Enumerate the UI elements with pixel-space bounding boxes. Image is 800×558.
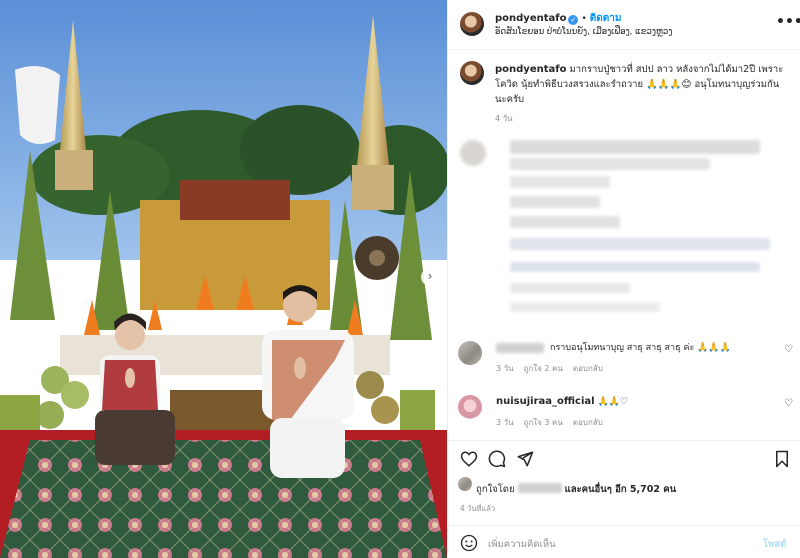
comment-meta: 3 วัน ถูกใจ 3 คน ตอบกลับ (496, 416, 613, 429)
post-location[interactable]: ອັດສັນໂຂຍອນ ປ່າບໍ່ໂນນຍ໌ງ, ເມືອງເຟືອງ, ແຂ… (495, 27, 672, 37)
blurred-avatar (460, 140, 486, 166)
comment-meta: 3 วัน ถูกใจ 2 คน ตอบกลับ (496, 362, 613, 375)
commenter-username[interactable]: nuisujiraa_official (496, 396, 595, 407)
likes-summary: ถูกใจโดย และคนอื่นๆ อีก 5,702 คน (476, 482, 676, 497)
emoji-icon[interactable] (460, 534, 478, 552)
comment-likes[interactable]: ถูกใจ 2 คน (524, 364, 563, 373)
liked-by-prefix: ถูกใจโดย (476, 484, 515, 495)
liker-avatar[interactable] (458, 477, 472, 491)
comment-item: nuisujiraa_official 🙏🙏♡ 3 วัน ถูกใจ 3 คน ต… (458, 393, 798, 433)
comment-time: 3 วัน (496, 418, 514, 427)
bookmark-icon[interactable] (773, 450, 791, 468)
blurred-line (510, 176, 610, 188)
blurred-line (510, 196, 600, 208)
follow-button[interactable]: ติดตาม (590, 13, 622, 24)
commenter-avatar[interactable] (458, 341, 482, 365)
blurred-line (510, 302, 660, 312)
share-icon[interactable] (516, 450, 534, 468)
post-header: pondyentafo ✓ • ติดตาม ອັດສັນໂຂຍອນ ປ່າບໍ່ໂນ… (448, 0, 800, 50)
author-avatar[interactable] (460, 12, 484, 36)
blurred-liker-name (517, 483, 562, 493)
post-photo[interactable]: › (0, 0, 447, 558)
temple-ceremony-photo (0, 0, 447, 558)
comment-item: กราบอนุโมทนาบุญ สาธุ สาธุ สาธุ ค่ะ 🙏🙏🙏 3… (458, 339, 798, 379)
post-actions-section: ถูกใจโดย และคนอื่นๆ อีก 5,702 คน 4 วันที… (448, 440, 800, 558)
comment-icon[interactable] (488, 450, 506, 468)
author-line: pondyentafo ✓ • ติดตาม (495, 13, 622, 25)
blurred-username (496, 343, 544, 353)
comment-time: 3 วัน (496, 364, 514, 373)
heart-icon[interactable] (460, 450, 478, 468)
author-username[interactable]: pondyentafo (495, 13, 566, 24)
caption-time: 4 วัน (495, 114, 513, 123)
comment-likes[interactable]: ถูกใจ 3 คน (524, 418, 563, 427)
comment-like-heart-icon[interactable]: ♡ (784, 398, 793, 409)
caption-username[interactable]: pondyentafo (495, 64, 566, 75)
post-side-panel: pondyentafo ✓ • ติดตาม ອັດສັນໂຂຍອນ ປ່າບໍ່ໂນ… (447, 0, 800, 558)
comment-reply-button[interactable]: ตอบกลับ (573, 364, 603, 373)
caption-avatar[interactable] (460, 61, 484, 85)
blurred-line (510, 158, 710, 170)
blurred-line (510, 283, 630, 293)
blurred-line (510, 262, 760, 272)
verified-icon: ✓ (568, 15, 579, 25)
add-comment-input[interactable]: เพิ่มความคิดเห็น (488, 537, 556, 552)
comment-reply-button[interactable]: ตอบกลับ (573, 418, 603, 427)
post-date: 4 วันที่แล้ว (460, 504, 496, 513)
post-comment-button[interactable]: โพสต์ (763, 537, 786, 552)
comment-like-heart-icon[interactable]: ♡ (784, 344, 793, 355)
comment-line: nuisujiraa_official 🙏🙏♡ (496, 396, 628, 408)
commenter-avatar[interactable] (458, 395, 482, 419)
next-photo-arrow-icon[interactable]: › (421, 268, 439, 286)
liked-by-others[interactable]: และคนอื่นๆ อีก 5,702 คน (565, 484, 676, 495)
comment-text: 🙏🙏♡ (597, 397, 628, 407)
blurred-line (510, 238, 770, 250)
blurred-line (510, 140, 760, 154)
add-comment-bar: เพิ่มความคิดเห็น โพสต์ (448, 525, 800, 558)
blurred-line (510, 216, 620, 228)
post-caption: pondyentafo มากราบปู่ชาวที่ สปป ลาว หลัง… (495, 62, 790, 107)
comment-text: กราบอนุโมทนาบุญ สาธุ สาธุ สาธุ ค่ะ 🙏🙏🙏 (550, 343, 731, 353)
more-options-icon[interactable]: ••• (776, 14, 800, 30)
